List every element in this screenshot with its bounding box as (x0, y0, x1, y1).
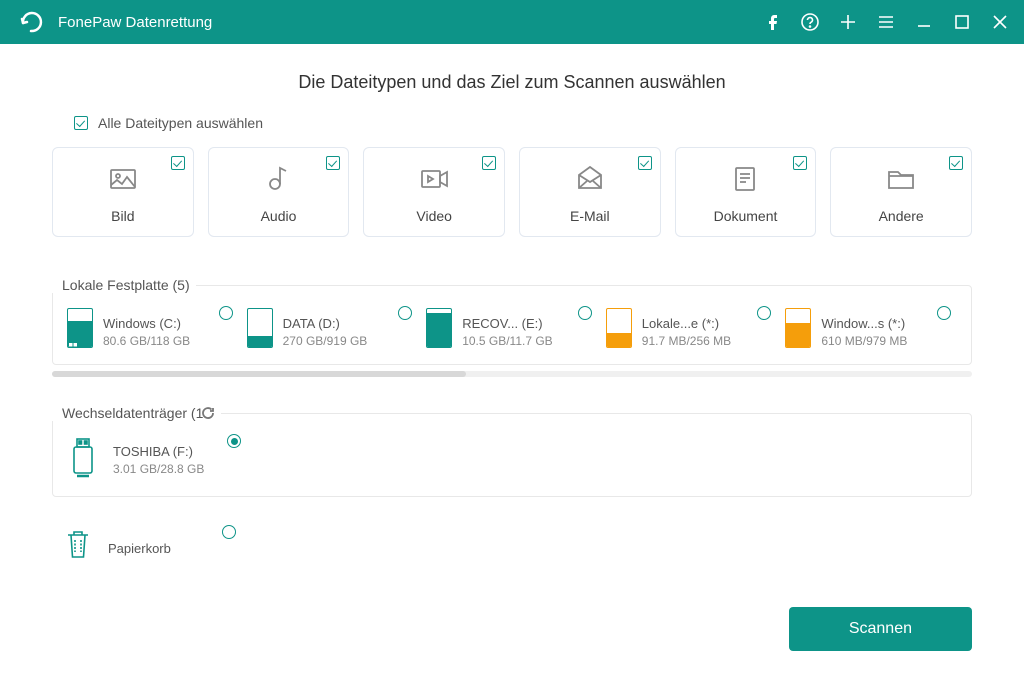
app-logo-icon (18, 9, 44, 35)
recycle-label: Papierkorb (108, 541, 171, 556)
type-card-email[interactable]: E-Mail (519, 147, 661, 237)
drive-radio[interactable] (937, 306, 951, 320)
drive-info: Lokale...e (*:) 91.7 MB/256 MB (642, 308, 731, 348)
type-checkbox[interactable] (793, 156, 807, 170)
drive-info: Papierkorb (108, 527, 171, 556)
drive-radio[interactable] (398, 306, 412, 320)
drive-disk-icon (67, 308, 93, 348)
local-drive-item[interactable]: RECOV... (E:) 10.5 GB/11.7 GB (426, 308, 598, 348)
select-all-label: Alle Dateitypen auswählen (98, 115, 263, 131)
drive-info: TOSHIBA (F:) 3.01 GB/28.8 GB (113, 436, 204, 476)
local-drives-section: Lokale Festplatte (5) Windows (C:) 80.6 G… (52, 267, 972, 377)
select-all-row[interactable]: Alle Dateitypen auswählen (52, 115, 972, 131)
main-content: Die Dateitypen und das Ziel zum Scannen … (0, 44, 1024, 679)
usb-drive-icon (67, 436, 99, 480)
drive-name: TOSHIBA (F:) (113, 444, 204, 459)
plus-icon[interactable] (838, 12, 858, 32)
type-card-audio[interactable]: Audio (208, 147, 350, 237)
local-drive-item[interactable]: DATA (D:) 270 GB/919 GB (247, 308, 419, 348)
facebook-icon[interactable] (762, 12, 782, 32)
removable-drives-heading: Wechseldatenträger (1 (52, 405, 221, 421)
drive-name: RECOV... (E:) (462, 316, 553, 331)
type-checkbox[interactable] (171, 156, 185, 170)
app-window: FonePaw Datenrettung Die Dateitypen und … (0, 0, 1024, 679)
drive-radio[interactable] (227, 434, 241, 448)
type-label: Andere (879, 208, 924, 224)
drive-name: DATA (D:) (283, 316, 368, 331)
video-icon (417, 162, 451, 196)
type-label: Bild (111, 208, 134, 224)
drive-name: Lokale...e (*:) (642, 316, 731, 331)
drive-info: DATA (D:) 270 GB/919 GB (283, 308, 368, 348)
drive-disk-icon (247, 308, 273, 348)
type-card-other[interactable]: Andere (830, 147, 972, 237)
minimize-icon[interactable] (914, 12, 934, 32)
email-icon (573, 162, 607, 196)
local-drives-box: Windows (C:) 80.6 GB/118 GB DATA (D:) 270 G… (52, 285, 972, 365)
audio-icon (261, 162, 295, 196)
close-icon[interactable] (990, 12, 1010, 32)
file-types-grid: Bild Audio Video E-Mail Dokument (52, 147, 972, 237)
drive-size: 3.01 GB/28.8 GB (113, 462, 204, 476)
menu-icon[interactable] (876, 12, 896, 32)
drive-size: 270 GB/919 GB (283, 334, 368, 348)
drive-disk-icon (606, 308, 632, 348)
drive-disk-icon (785, 308, 811, 348)
type-label: Dokument (714, 208, 778, 224)
removable-drives-section: Wechseldatenträger (1 TOSHIBA (F:) 3.01 … (52, 395, 972, 497)
type-checkbox[interactable] (638, 156, 652, 170)
drive-size: 10.5 GB/11.7 GB (462, 334, 553, 348)
drive-disk-icon (426, 308, 452, 348)
local-drives-heading: Lokale Festplatte (5) (52, 277, 196, 293)
removable-drives-box: TOSHIBA (F:) 3.01 GB/28.8 GB (52, 413, 972, 497)
local-drives-scrollbar[interactable] (52, 371, 972, 377)
recycle-section: Papierkorb (52, 527, 972, 563)
drive-radio[interactable] (222, 525, 236, 539)
app-title: FonePaw Datenrettung (58, 14, 762, 31)
type-card-video[interactable]: Video (363, 147, 505, 237)
drive-info: RECOV... (E:) 10.5 GB/11.7 GB (462, 308, 553, 348)
type-label: Audio (261, 208, 297, 224)
drive-name: Windows (C:) (103, 316, 190, 331)
windows-os-icon (69, 338, 77, 346)
local-drive-item[interactable]: Window...s (*:) 610 MB/979 MB (785, 308, 957, 348)
maximize-icon[interactable] (952, 12, 972, 32)
footer: Scannen (52, 603, 972, 659)
scrollbar-thumb[interactable] (52, 371, 466, 377)
titlebar: FonePaw Datenrettung (0, 0, 1024, 44)
select-all-checkbox[interactable] (74, 116, 88, 130)
local-drive-item[interactable]: Lokale...e (*:) 91.7 MB/256 MB (606, 308, 778, 348)
image-icon (106, 162, 140, 196)
type-card-image[interactable]: Bild (52, 147, 194, 237)
type-card-document[interactable]: Dokument (675, 147, 817, 237)
scan-button[interactable]: Scannen (789, 607, 972, 651)
removable-drive-item[interactable]: TOSHIBA (F:) 3.01 GB/28.8 GB (67, 436, 247, 480)
recycle-bin-item[interactable]: Papierkorb (62, 527, 242, 563)
drive-radio[interactable] (219, 306, 233, 320)
titlebar-actions (762, 12, 1010, 32)
drive-name: Window...s (*:) (821, 316, 907, 331)
type-checkbox[interactable] (482, 156, 496, 170)
local-drive-item[interactable]: Windows (C:) 80.6 GB/118 GB (67, 308, 239, 348)
document-icon (728, 162, 762, 196)
type-label: Video (416, 208, 452, 224)
drive-radio[interactable] (578, 306, 592, 320)
refresh-icon[interactable] (203, 405, 215, 421)
type-checkbox[interactable] (326, 156, 340, 170)
type-checkbox[interactable] (949, 156, 963, 170)
drive-radio[interactable] (757, 306, 771, 320)
trash-icon (62, 527, 94, 563)
drive-size: 610 MB/979 MB (821, 334, 907, 348)
type-label: E-Mail (570, 208, 610, 224)
drive-size: 80.6 GB/118 GB (103, 334, 190, 348)
help-icon[interactable] (800, 12, 820, 32)
page-title: Die Dateitypen und das Ziel zum Scannen … (52, 72, 972, 93)
folder-icon (884, 162, 918, 196)
drive-info: Window...s (*:) 610 MB/979 MB (821, 308, 907, 348)
drive-size: 91.7 MB/256 MB (642, 334, 731, 348)
drive-info: Windows (C:) 80.6 GB/118 GB (103, 308, 190, 348)
